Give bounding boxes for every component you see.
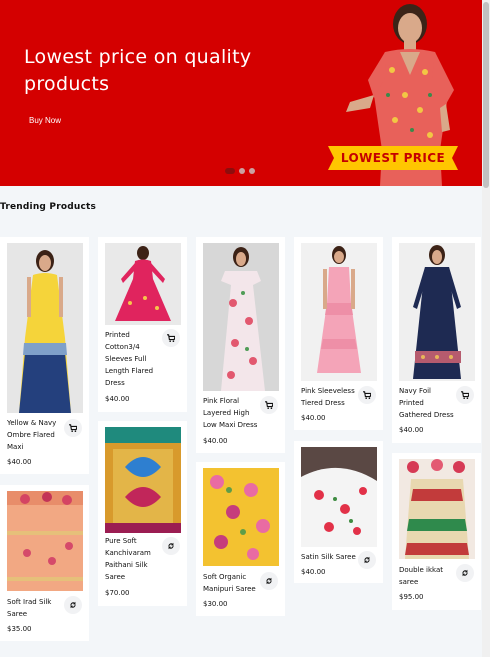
cart-icon [363,391,371,399]
add-to-cart-button[interactable] [64,419,82,437]
product-card[interactable]: Yellow & Navy Ombre Flared Maxi $40.00 [0,237,89,474]
product-name[interactable]: Double ikkat saree [399,564,457,588]
product-name[interactable]: Satin Silk Saree [301,551,359,563]
add-to-cart-button[interactable] [456,386,474,404]
product-image[interactable] [301,447,377,547]
product-price: $35.00 [7,625,32,633]
product-name[interactable]: Printed Cotton3/4 Sleeves Full Length Fl… [105,329,163,389]
hero-banner: Lowest price on quality products Buy Now… [0,0,482,186]
product-image[interactable] [399,243,475,381]
product-image[interactable] [7,491,83,591]
product-image[interactable] [203,243,279,391]
product-image[interactable] [399,459,475,559]
lowest-price-badge: LOWEST PRICE [328,146,458,170]
cart-icon [69,424,77,432]
options-icon [462,569,468,577]
page-scrollbar[interactable] [482,0,490,657]
options-icon [168,542,174,550]
product-card[interactable]: Satin Silk Saree $40.00 [294,441,383,583]
product-card[interactable]: Printed Cotton3/4 Sleeves Full Length Fl… [98,237,187,412]
product-name[interactable]: Pure Soft Kanchivaram Paithani Silk Sare… [105,535,163,583]
options-icon [266,577,272,585]
product-image[interactable] [105,243,181,325]
product-price: $70.00 [105,589,130,597]
add-to-cart-button[interactable] [260,396,278,414]
product-image[interactable] [203,468,279,566]
select-options-button[interactable] [358,551,376,569]
section-title: Trending Products [0,202,97,212]
cart-icon [461,391,469,399]
select-options-button[interactable] [260,572,278,590]
product-price: $40.00 [301,414,326,422]
product-name[interactable]: Pink Sleeveless Tiered Dress [301,385,359,409]
product-price: $40.00 [7,458,32,466]
cart-icon [167,334,175,342]
options-icon [70,601,76,609]
product-price: $30.00 [203,600,228,608]
product-name[interactable]: Soft Organic Manipuri Saree [203,571,261,595]
product-name[interactable]: Soft Irad Silk Saree [7,596,65,620]
product-card[interactable]: Navy Foil Printed Gathered Dress $40.00 [392,237,481,443]
product-card[interactable]: Pink Floral Layered High Low Maxi Dress … [196,237,285,453]
product-price: $40.00 [105,395,130,403]
product-name[interactable]: Yellow & Navy Ombre Flared Maxi [7,417,65,453]
product-image[interactable] [105,427,181,533]
product-price: $40.00 [203,437,228,445]
product-name[interactable]: Pink Floral Layered High Low Maxi Dress [203,395,261,431]
product-card[interactable]: Pink Sleeveless Tiered Dress $40.00 [294,237,383,430]
scrollbar-thumb[interactable] [483,2,489,188]
select-options-button[interactable] [456,564,474,582]
carousel-dot-2[interactable] [239,168,245,174]
carousel-indicators [225,168,255,174]
product-card[interactable]: Soft Irad Silk Saree $35.00 [0,485,89,641]
product-image[interactable] [7,243,83,413]
hero-title: Lowest price on quality products [24,46,252,95]
select-options-button[interactable] [162,537,180,555]
product-name[interactable]: Navy Foil Printed Gathered Dress [399,385,457,421]
carousel-dot-1[interactable] [225,168,235,174]
buy-now-button[interactable]: Buy Now [22,112,68,129]
cart-icon [265,401,273,409]
add-to-cart-button[interactable] [358,386,376,404]
carousel-dot-3[interactable] [249,168,255,174]
add-to-cart-button[interactable] [162,329,180,347]
product-price: $95.00 [399,593,424,601]
product-card[interactable]: Soft Organic Manipuri Saree $30.00 [196,462,285,616]
select-options-button[interactable] [64,596,82,614]
badge-label: LOWEST PRICE [340,151,446,165]
product-card[interactable]: Double ikkat saree $95.00 [392,453,481,610]
product-card[interactable]: Pure Soft Kanchivaram Paithani Silk Sare… [98,421,187,606]
product-image[interactable] [301,243,377,381]
options-icon [364,556,370,564]
product-price: $40.00 [399,426,424,434]
product-price: $40.00 [301,568,326,576]
